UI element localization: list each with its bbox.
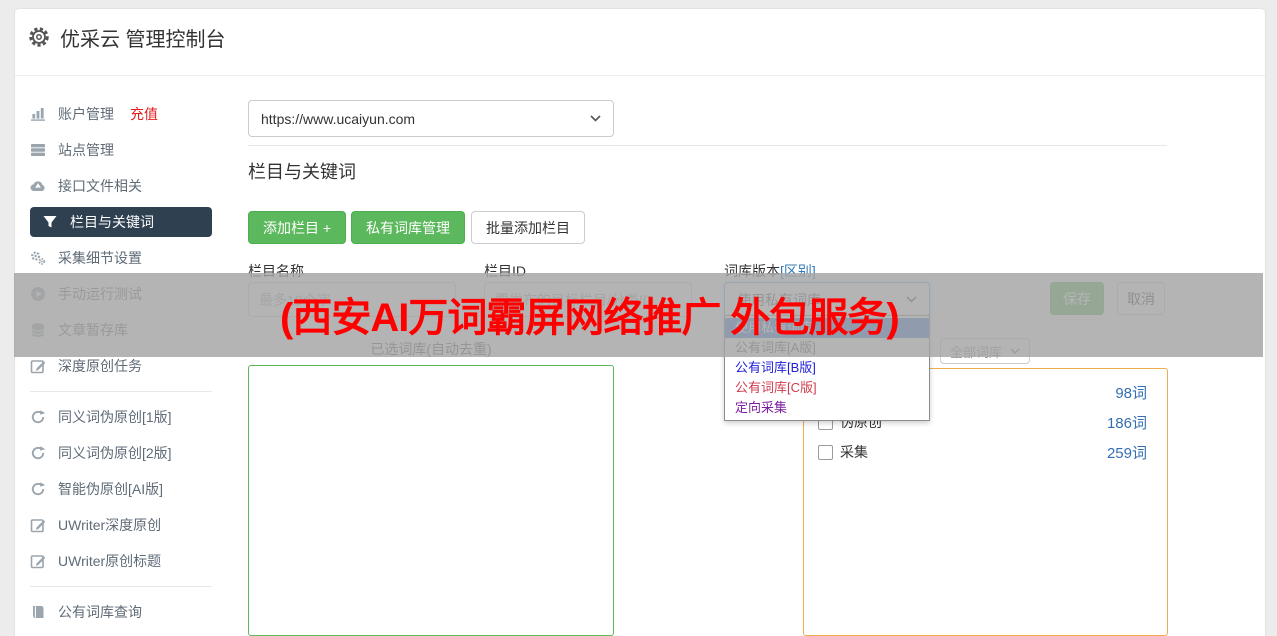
sidebar-divider [30, 391, 212, 392]
sidebar-item-sites[interactable]: 站点管理 [30, 132, 212, 168]
sidebar-item-synonym-2[interactable]: 同义词伪原创[2版] [30, 435, 212, 471]
bar-chart-icon [30, 106, 46, 122]
dropdown-option-public-b[interactable]: 公有词库[B版] [725, 358, 929, 378]
edit-icon [30, 517, 46, 533]
sidebar-item-label: 智能伪原创[AI版] [58, 481, 164, 497]
sidebar-item-uwriter-deep[interactable]: UWriter深度原创 [30, 507, 212, 543]
sidebar-item-label: 栏目与关键词 [70, 214, 154, 230]
site-url-value: https://www.ucaiyun.com [261, 110, 416, 127]
cloud-upload-icon [30, 178, 46, 194]
gears-icon [30, 250, 46, 266]
dropdown-option-public-c[interactable]: 公有词库[C版] [725, 378, 929, 398]
screen: 优采云 管理控制台 账户管理 充值 站点管理 接口文件相关 栏目与关键词 采集细… [0, 0, 1277, 636]
word-count: 98词 [1115, 384, 1147, 402]
site-url-select[interactable]: https://www.ucaiyun.com [248, 100, 614, 137]
sidebar-item-label: 深度原创任务 [58, 358, 142, 374]
refresh-icon [30, 409, 46, 425]
sidebar-item-synonym-1[interactable]: 同义词伪原创[1版] [30, 399, 212, 435]
word-row-label: 采集 [840, 444, 868, 460]
page-title: 栏目与关键词 [248, 162, 356, 182]
edit-icon [30, 358, 46, 374]
book-icon [30, 604, 46, 620]
watermark-text: (西安AI万词霸屏网络推广 外包服务) [280, 296, 900, 340]
sidebar-item-label: 接口文件相关 [58, 178, 142, 194]
word-count: 259词 [1106, 444, 1147, 462]
chevron-down-icon [590, 115, 601, 122]
sidebar-item-smart-ai[interactable]: 智能伪原创[AI版] [30, 471, 212, 507]
sidebar-item-uwriter-title[interactable]: UWriter原创标题 [30, 543, 212, 579]
selected-lexicon-box[interactable] [248, 365, 614, 636]
checkbox[interactable] [818, 444, 833, 460]
sidebar-item-label: 公有词库查询 [58, 604, 142, 620]
funnel-icon [42, 214, 58, 230]
batch-add-button[interactable]: 批量添加栏目 [471, 211, 585, 244]
word-count: 186词 [1106, 414, 1147, 432]
dropdown-option-directed-collect[interactable]: 定向采集 [725, 398, 929, 418]
add-column-button[interactable]: 添加栏目 + [248, 211, 347, 244]
private-lexicon-button[interactable]: 私有词库管理 [351, 211, 465, 244]
sidebar-item-account[interactable]: 账户管理 充值 [30, 96, 212, 132]
gear-icon [28, 26, 50, 48]
sidebar-item-label: UWriter原创标题 [58, 553, 162, 569]
content-divider [248, 145, 1167, 146]
sidebar-item-label: 采集细节设置 [58, 250, 142, 266]
sidebar-item-interface-files[interactable]: 接口文件相关 [30, 168, 212, 204]
word-row[interactable]: 采集 259词 [804, 437, 1167, 467]
recharge-link[interactable]: 充值 [130, 104, 158, 124]
sidebar-item-columns-keywords[interactable]: 栏目与关键词 [30, 207, 212, 237]
sidebar-item-label: UWriter深度原创 [58, 517, 162, 533]
refresh-icon [30, 445, 46, 461]
app-title: 优采云 管理控制台 [60, 28, 226, 51]
sidebar-item-public-lexicon[interactable]: 公有词库查询 [30, 594, 212, 630]
server-icon [30, 142, 46, 158]
sidebar: 账户管理 充值 站点管理 接口文件相关 栏目与关键词 采集细节设置 手动运行测试… [30, 96, 212, 630]
edit-icon [30, 553, 46, 569]
app-header: 优采云 管理控制台 [14, 20, 226, 54]
header-divider [15, 75, 1265, 76]
sidebar-item-label: 同义词伪原创[1版] [58, 409, 172, 425]
refresh-icon [30, 481, 46, 497]
sidebar-item-label: 站点管理 [58, 142, 114, 158]
sidebar-item-collect-settings[interactable]: 采集细节设置 [30, 240, 212, 276]
sidebar-divider [30, 586, 212, 587]
sidebar-item-label: 账户管理 [58, 106, 114, 122]
sidebar-item-label: 同义词伪原创[2版] [58, 445, 172, 461]
